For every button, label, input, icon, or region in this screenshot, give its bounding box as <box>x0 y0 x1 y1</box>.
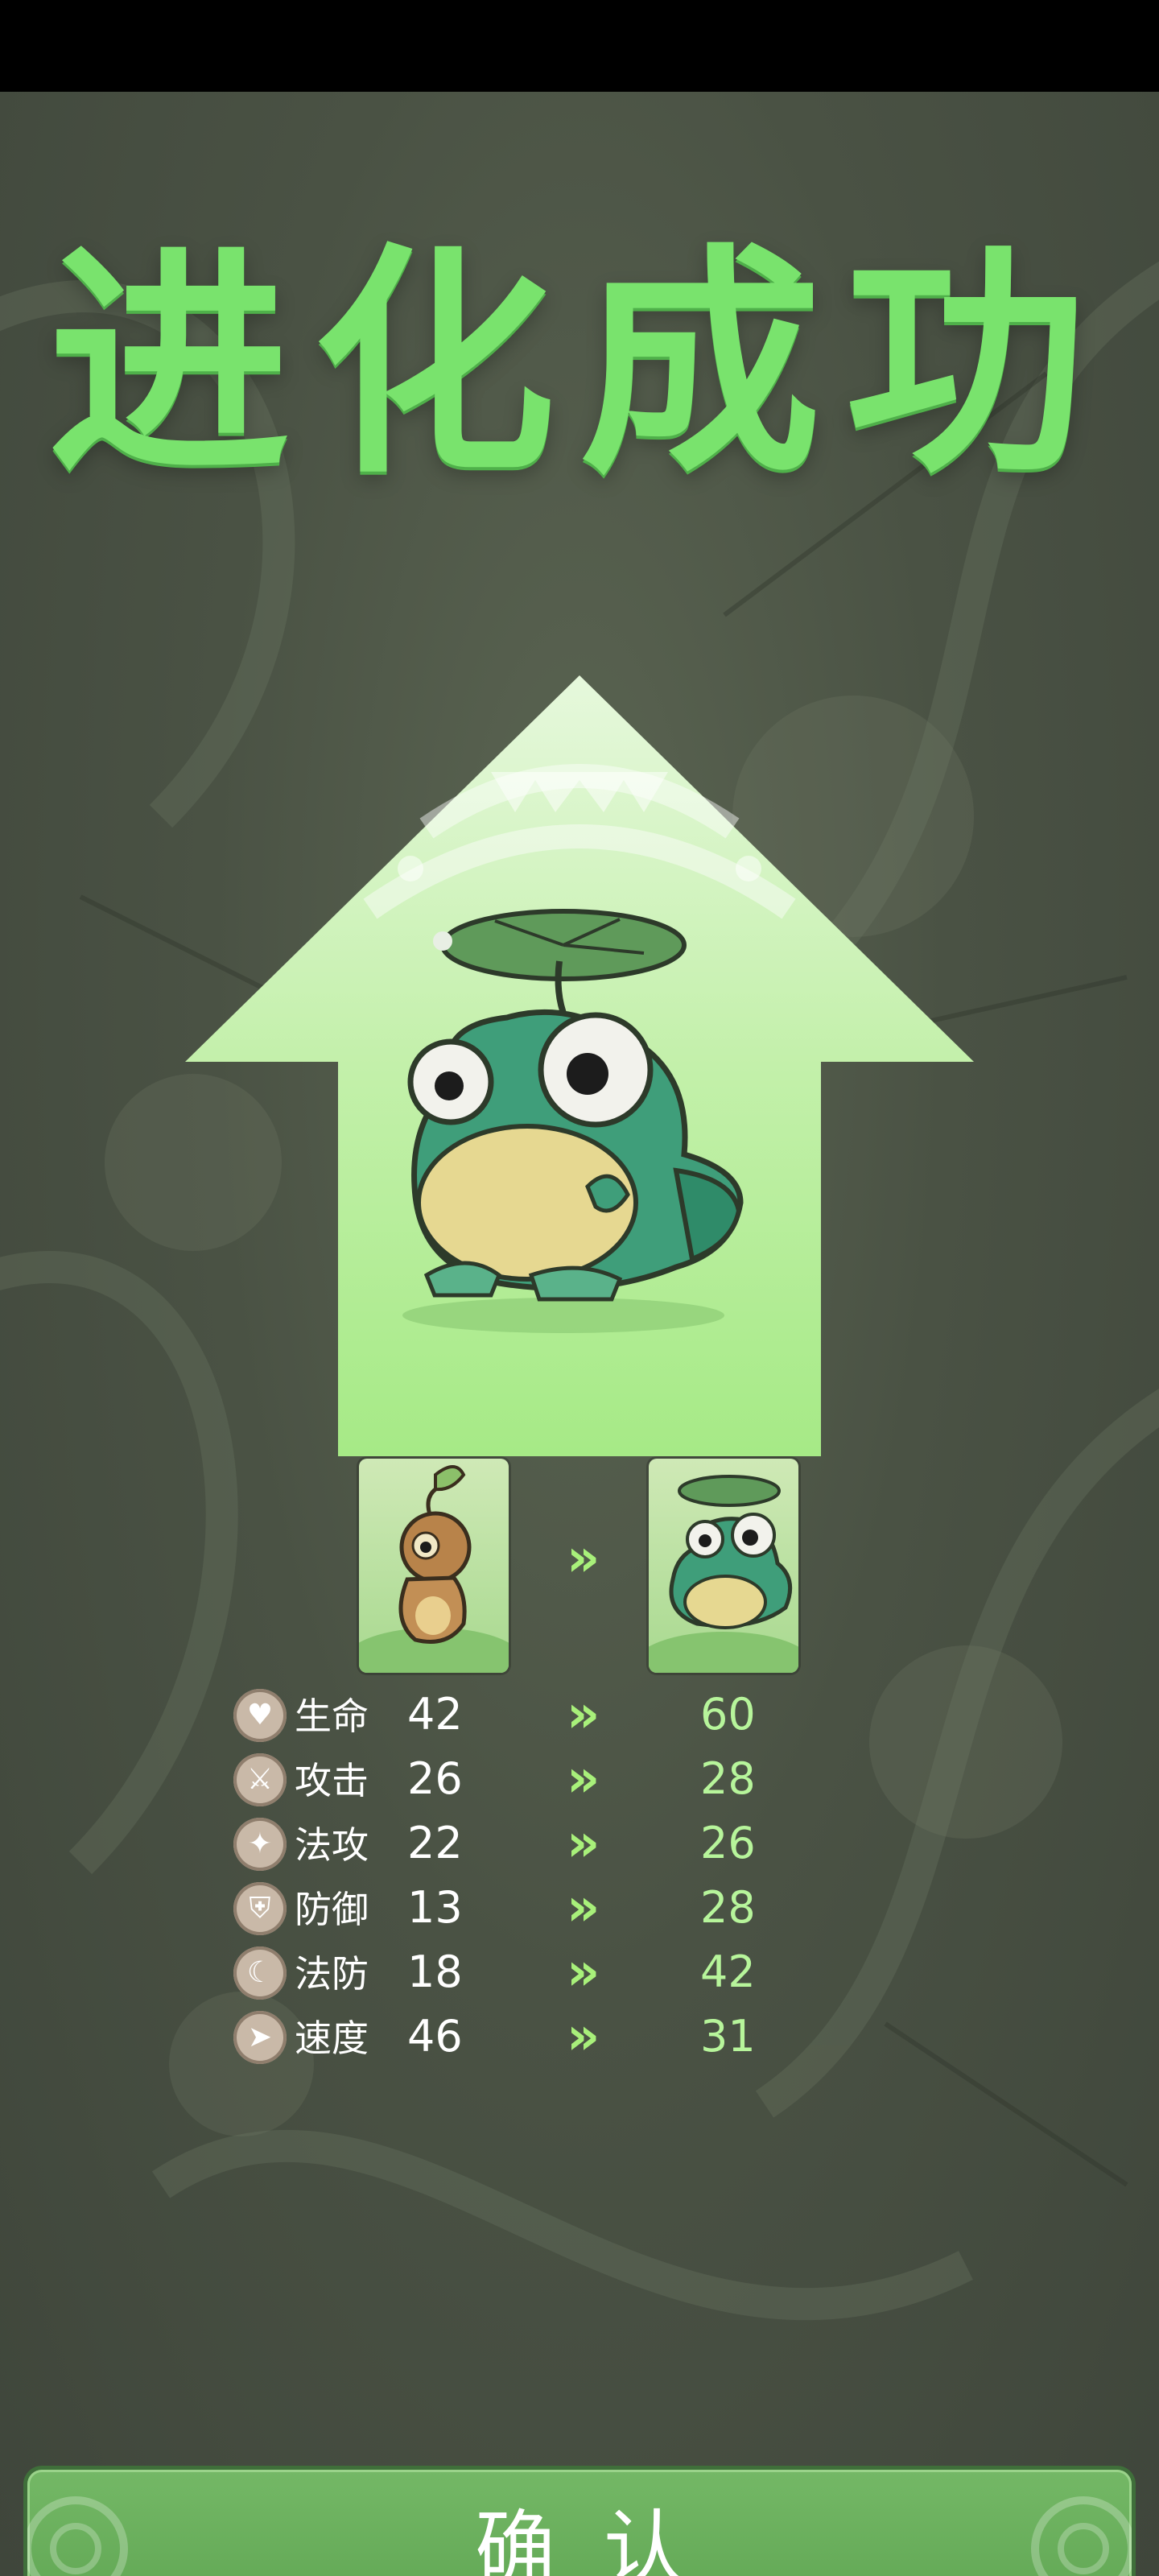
status-bar <box>0 0 1159 92</box>
stat-new-value: 42 <box>700 1946 756 1997</box>
stat-new-value: 28 <box>700 1882 756 1933</box>
boot-icon: ➤ <box>233 2011 287 2064</box>
stat-label: 攻击 <box>295 1759 369 1802</box>
button-ornament-icon <box>1031 2496 1132 2576</box>
stat-label: 法攻 <box>295 1823 369 1867</box>
stat-old-value: 46 <box>407 2011 463 2062</box>
stat-old-value: 42 <box>407 1689 463 1740</box>
double-chevron-right-icon: » <box>567 1942 600 2002</box>
stat-old-value: 22 <box>407 1818 463 1868</box>
flame-icon-glyph: ✦ <box>247 1827 273 1860</box>
sprout-creature-icon <box>359 1465 509 1673</box>
stat-old-value: 18 <box>407 1946 463 1997</box>
stat-row-attack: ⚔ 攻击 26 » 28 <box>233 1748 797 1808</box>
shield-icon: ⛨ <box>233 1882 287 1935</box>
after-evolution-card <box>649 1459 798 1673</box>
evolution-success-title: 进化成功 <box>48 225 1111 506</box>
stat-row-hp: ♥ 生命 42 » 60 <box>233 1684 797 1744</box>
confirm-button[interactable]: 确认 <box>27 2470 1132 2576</box>
stat-label: 速度 <box>295 2017 369 2060</box>
heart-icon-glyph: ♥ <box>246 1699 274 1732</box>
before-evolution-card <box>359 1459 509 1673</box>
double-chevron-right-icon: » <box>567 1685 600 1744</box>
double-chevron-right-icon: » <box>567 1749 600 1809</box>
stat-old-value: 13 <box>407 1882 463 1933</box>
confirm-button-label: 确认 <box>475 2501 732 2576</box>
double-chevron-right-icon: » <box>567 1878 600 1938</box>
frog-lilypad-icon <box>649 1475 798 1673</box>
stat-label: 防御 <box>295 1888 369 1931</box>
swirl-icon: ☾ <box>233 1946 287 2000</box>
stat-old-value: 26 <box>407 1753 463 1804</box>
flame-icon: ✦ <box>233 1818 287 1871</box>
double-chevron-right-icon: » <box>567 2007 600 2066</box>
stat-row-magic-defense: ☾ 法防 18 » 42 <box>233 1942 797 2001</box>
stat-new-value: 60 <box>700 1689 756 1740</box>
stat-row-speed: ➤ 速度 46 » 31 <box>233 2006 797 2066</box>
stat-label: 法防 <box>295 1952 369 1996</box>
stat-new-value: 26 <box>700 1818 756 1868</box>
stat-label: 生命 <box>295 1695 369 1738</box>
sword-icon-glyph: ⚔ <box>246 1763 274 1796</box>
stat-row-defense: ⛨ 防御 13 » 28 <box>233 1877 797 1937</box>
evolution-direction-chevron: » <box>567 1529 600 1588</box>
sword-icon: ⚔ <box>233 1753 287 1806</box>
boot-icon-glyph: ➤ <box>247 2021 273 2054</box>
stat-new-value: 31 <box>700 2011 756 2062</box>
double-chevron-right-icon: » <box>567 1814 600 1873</box>
stat-new-value: 28 <box>700 1753 756 1804</box>
evolved-frog-portrait <box>402 909 744 1333</box>
swirl-icon-glyph: ☾ <box>246 1956 274 1989</box>
heart-icon: ♥ <box>233 1689 287 1742</box>
evolution-result-screen: 进化成功 » ♥ 生命 42 » 60 ⚔ 攻击 26 » 28 ✦ 法攻 22… <box>0 92 1159 2576</box>
stat-row-magic-attack: ✦ 法攻 22 » 26 <box>233 1813 797 1872</box>
shield-icon-glyph: ⛨ <box>249 1892 271 1925</box>
